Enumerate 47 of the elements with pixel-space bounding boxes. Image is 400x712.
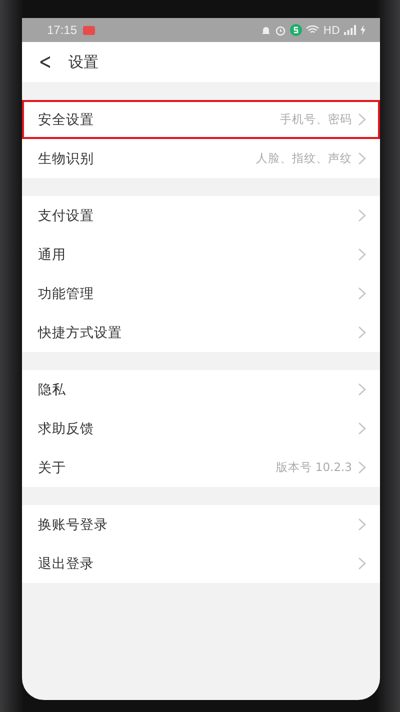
row-label: 退出登录 [38, 554, 94, 572]
alarm-icon [275, 24, 286, 36]
row-label: 支付设置 [38, 206, 94, 224]
settings-row[interactable]: 关于 版本号 10.2.3 [22, 448, 380, 487]
chevron-icon [358, 422, 366, 435]
row-detail: 版本号 10.2.3 [276, 460, 352, 475]
row-label: 生物识别 [38, 150, 94, 168]
chevron-icon [358, 113, 366, 126]
settings-row[interactable]: 退出登录 [22, 544, 380, 583]
chevron-icon [358, 209, 366, 222]
back-button[interactable]: < [38, 50, 52, 74]
settings-row[interactable]: 安全设置 手机号、密码 [22, 100, 380, 139]
chevron-icon [358, 287, 366, 300]
row-label: 功能管理 [38, 284, 94, 302]
settings-row[interactable]: 生物识别 人脸、指纹、声纹 [22, 139, 380, 178]
chevron-icon [358, 461, 366, 474]
settings-row[interactable]: 求助反馈 [22, 409, 380, 448]
page-title: 设置 [68, 52, 98, 72]
bell-icon [261, 24, 272, 36]
charging-icon [360, 25, 366, 35]
status-time: 17:15 [47, 23, 78, 37]
chevron-icon [358, 557, 366, 570]
row-label: 关于 [38, 458, 66, 476]
row-label: 隐私 [38, 380, 66, 398]
chevron-icon [358, 518, 366, 531]
settings-row[interactable]: 通用 [22, 235, 380, 274]
app-badge-icon [290, 24, 302, 36]
network-type: HD [323, 24, 340, 36]
row-label: 快捷方式设置 [38, 324, 122, 342]
wifi-icon [306, 25, 320, 35]
chevron-icon [358, 326, 366, 339]
chevron-icon [358, 383, 366, 396]
chevron-icon [358, 248, 366, 261]
row-detail: 手机号、密码 [280, 112, 352, 127]
row-label: 通用 [38, 246, 66, 264]
row-label: 求助反馈 [38, 420, 94, 438]
settings-row[interactable]: 隐私 [22, 370, 380, 409]
settings-row[interactable]: 快捷方式设置 [22, 313, 380, 352]
row-detail: 人脸、指纹、声纹 [256, 151, 352, 166]
row-label: 换账号登录 [38, 516, 108, 534]
signal-icon [344, 25, 356, 35]
row-label: 安全设置 [38, 110, 94, 128]
record-icon [83, 26, 96, 34]
settings-row[interactable]: 支付设置 [22, 196, 380, 235]
settings-row[interactable]: 功能管理 [22, 274, 380, 313]
chevron-icon [358, 152, 366, 165]
settings-row[interactable]: 换账号登录 [22, 505, 380, 544]
